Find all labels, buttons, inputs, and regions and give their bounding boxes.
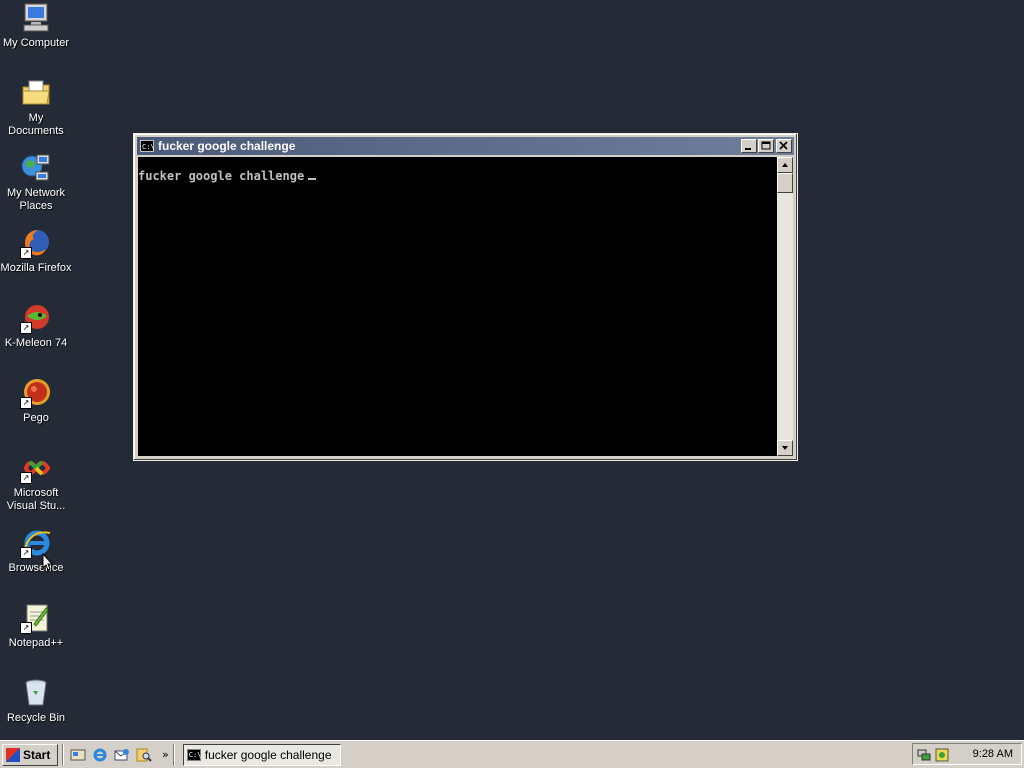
desktop-icon-mozilla-firefox[interactable]: ↗ Mozilla Firefox (0, 227, 72, 275)
computer-icon (20, 2, 52, 34)
desktop-icon-k-meleon[interactable]: ↗ K-Meleon 74 (0, 302, 72, 350)
notepad-plus-plus-icon: ↗ (20, 602, 52, 634)
show-desktop-icon[interactable] (70, 747, 86, 763)
desktop-icon-my-computer[interactable]: My Computer (0, 2, 72, 50)
vertical-scrollbar[interactable] (777, 157, 793, 456)
shortcut-arrow-icon: ↗ (20, 622, 32, 634)
taskbar: Start » C:\ fucker google challenge 9:28… (0, 740, 1024, 768)
desktop-icon-notepad-plus-plus[interactable]: ↗ Notepad++ (0, 602, 72, 650)
desktop-icon-visual-studio[interactable]: ↗ Microsoft Visual Stu... (0, 452, 72, 513)
pego-icon: ↗ (20, 377, 52, 409)
taskbar-button-label: fucker google challenge (204, 747, 332, 762)
console-text: fucker google challenge (138, 169, 305, 183)
desktop-icon-my-network-places[interactable]: My Network Places (0, 152, 72, 213)
desktop-icon-my-documents[interactable]: My Documents (0, 77, 72, 138)
system-clock[interactable]: 9:28 AM (973, 748, 1013, 760)
folder-documents-icon (20, 77, 52, 109)
console-window-icon: C:\ (140, 140, 155, 152)
quick-launch-more-chevron[interactable]: » (162, 748, 169, 761)
maximize-icon (761, 141, 771, 150)
network-connection-icon[interactable] (917, 747, 931, 761)
console-titlebar[interactable]: C:\ fucker google challenge (137, 137, 794, 155)
system-tray: 9:28 AM (912, 743, 1022, 765)
console-line: fucker google challenge (138, 169, 317, 183)
desktop-icon-label: K-Meleon 74 (4, 337, 68, 349)
desktop-icon-browserice[interactable]: ↗ BrowserIce (0, 527, 72, 575)
k-meleon-icon: ↗ (20, 302, 52, 334)
shortcut-arrow-icon: ↗ (20, 247, 32, 259)
windows-logo-icon (6, 747, 20, 762)
shortcut-arrow-icon: ↗ (20, 397, 32, 409)
text-cursor (308, 178, 317, 180)
desktop-icon-label: Mozilla Firefox (0, 262, 72, 274)
desktop-icon-recycle-bin[interactable]: Recycle Bin (0, 677, 72, 725)
network-icon (20, 152, 52, 184)
desktop-icon-label: Microsoft Visual Stu... (6, 487, 66, 512)
shortcut-arrow-icon: ↗ (20, 322, 32, 334)
desktop-icon-label: Notepad++ (8, 637, 64, 649)
mouse-pointer-icon (42, 553, 54, 571)
arrow-down-icon (782, 446, 788, 450)
desktop-icon-label: My Documents (8, 112, 64, 137)
shortcut-arrow-icon: ↗ (20, 547, 32, 559)
scrollbar-thumb[interactable] (777, 173, 793, 193)
desktop-icon-label: My Network Places (6, 187, 66, 212)
minimize-icon (745, 148, 751, 150)
desktop-icon-label: Pego (23, 412, 49, 424)
scroll-down-button[interactable] (777, 440, 793, 456)
maximize-button[interactable] (758, 139, 774, 153)
search-icon[interactable] (136, 747, 152, 763)
outlook-express-icon[interactable] (114, 747, 130, 763)
desktop-icon-label: My Computer (2, 37, 70, 49)
taskbar-separator (172, 743, 175, 766)
shortcut-arrow-icon: ↗ (20, 472, 32, 484)
quick-launch: » (70, 747, 169, 763)
visual-studio-icon: ↗ (20, 452, 52, 484)
scroll-up-button[interactable] (777, 157, 793, 173)
desktop-icon-label: Recycle Bin (6, 712, 66, 724)
close-button[interactable] (776, 139, 792, 153)
console-output-area[interactable]: fucker google challenge (138, 157, 777, 456)
start-label: Start (23, 747, 51, 762)
taskbar-separator (62, 743, 64, 766)
recycle-bin-icon (20, 677, 52, 709)
desktop-icon-label: BrowserIce (8, 562, 64, 574)
console-title: fucker google challenge (158, 139, 296, 153)
start-button[interactable]: Start (2, 743, 58, 766)
desktop-icon-pego[interactable]: ↗ Pego (0, 377, 72, 425)
taskbar-button-console[interactable]: C:\ fucker google challenge (182, 743, 341, 766)
console-window-icon: C:\ (186, 748, 202, 761)
tray-app-icon[interactable] (935, 747, 949, 762)
firefox-icon: ↗ (20, 227, 52, 259)
internet-explorer-icon[interactable] (92, 747, 108, 763)
close-icon (779, 141, 788, 150)
console-window[interactable]: C:\ fucker google challenge fucker googl… (133, 133, 798, 461)
arrow-up-icon (782, 163, 788, 167)
minimize-button[interactable] (741, 139, 757, 153)
